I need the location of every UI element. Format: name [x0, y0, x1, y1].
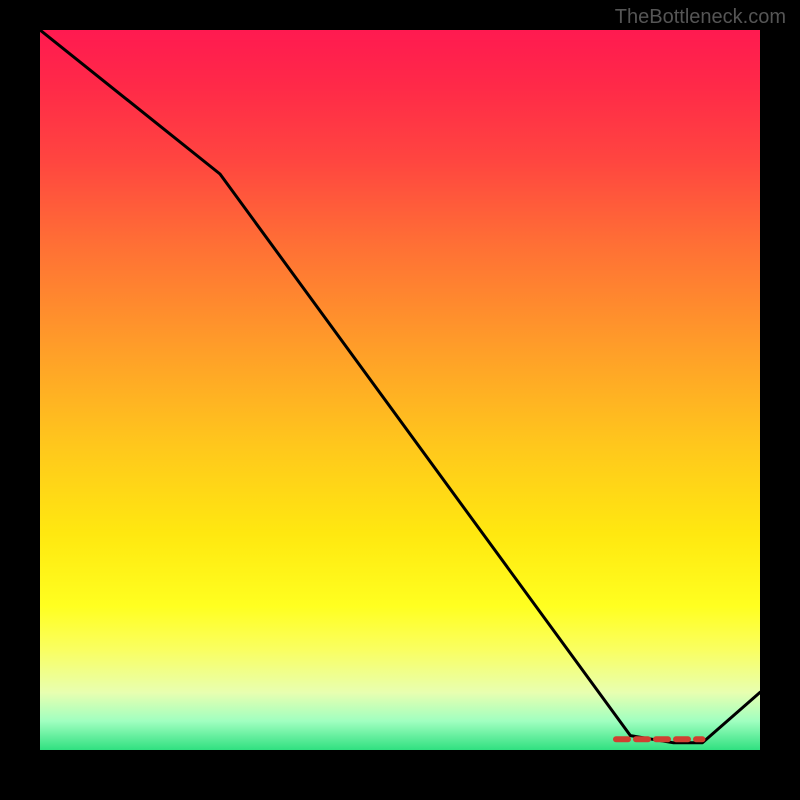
- chart-plot-area: [40, 30, 760, 750]
- watermark-text: TheBottleneck.com: [615, 6, 786, 29]
- chart-svg: [40, 30, 760, 750]
- chart-line: [40, 30, 760, 743]
